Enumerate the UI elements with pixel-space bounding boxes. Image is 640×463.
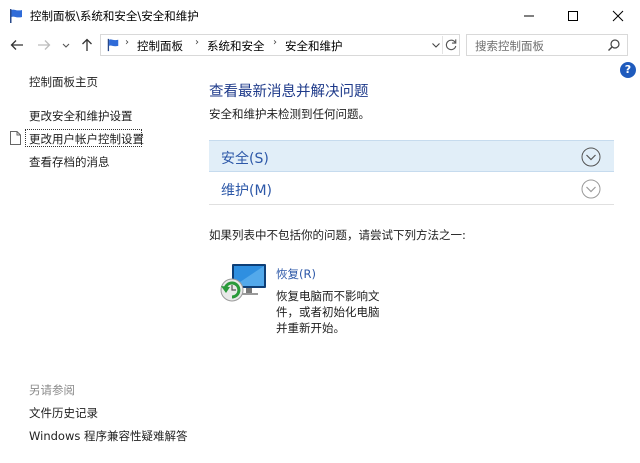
title-bar: 控制面板\系统和安全\安全和维护: [0, 0, 640, 31]
flag-icon: [10, 9, 22, 23]
breadcrumb-system-security[interactable]: 系统和安全: [207, 38, 265, 54]
forward-arrow-icon[interactable]: [35, 36, 53, 54]
search-icon[interactable]: [607, 38, 621, 52]
page-title: 查看最新消息并解决问题: [209, 84, 369, 100]
breadcrumb-separator[interactable]: ›: [195, 37, 199, 48]
sidebar-link-change-security-settings[interactable]: 更改安全和维护设置: [29, 108, 133, 124]
close-button[interactable]: [596, 0, 640, 31]
breadcrumb-security-maintenance[interactable]: 安全和维护: [285, 38, 343, 54]
troubleshoot-hint: 如果列表中不包括你的问题，请尝试下列方法之一:: [209, 228, 466, 242]
section-security[interactable]: 安全(S): [209, 140, 614, 172]
refresh-icon[interactable]: [442, 36, 460, 54]
breadcrumb-separator[interactable]: ›: [273, 37, 277, 48]
recovery-icon: [220, 264, 266, 302]
document-icon: [10, 131, 21, 145]
section-security-label[interactable]: 安全(S): [221, 148, 269, 168]
dropdown-icon[interactable]: [430, 38, 442, 52]
sidebar-link-change-uac-settings[interactable]: 更改用户帐户控制设置: [29, 131, 144, 147]
window-title: 控制面板\系统和安全\安全和维护: [30, 9, 199, 23]
flag-icon: [107, 38, 119, 52]
section-maintenance-label[interactable]: 维护(M): [221, 180, 272, 200]
chevron-down-icon[interactable]: [581, 147, 601, 167]
sidebar-link-view-archived-messages[interactable]: 查看存档的消息: [29, 154, 110, 170]
see-also-heading: 另请参阅: [29, 383, 75, 397]
breadcrumb-control-panel[interactable]: 控制面板: [137, 38, 183, 54]
recent-dropdown-icon[interactable]: [60, 36, 72, 54]
navigation-bar: › 控制面板 › 系统和安全 › 安全和维护 搜索控制面板: [0, 31, 640, 58]
recovery-link[interactable]: 恢复(R): [276, 266, 316, 282]
status-message: 安全和维护未检测到任何问题。: [209, 107, 370, 121]
minimize-button[interactable]: [507, 0, 551, 31]
breadcrumb-separator: ›: [125, 37, 129, 48]
close-icon: [612, 10, 624, 21]
recovery-description-line: 并重新开始。: [276, 321, 345, 335]
maximize-button[interactable]: [551, 0, 595, 31]
sidebar-link-control-panel-home[interactable]: 控制面板主页: [29, 74, 98, 90]
see-also-link-compatibility-troubleshooter[interactable]: Windows 程序兼容性疑难解答: [29, 428, 188, 444]
maximize-icon: [568, 10, 578, 21]
help-icon[interactable]: ?: [620, 62, 636, 78]
address-bar[interactable]: › 控制面板 › 系统和安全 › 安全和维护: [100, 34, 460, 56]
search-placeholder[interactable]: 搜索控制面板: [475, 38, 544, 54]
recovery-description-line: 恢复电脑而不影响文: [276, 289, 380, 303]
up-arrow-icon[interactable]: [78, 36, 96, 54]
see-also-link-file-history[interactable]: 文件历史记录: [29, 405, 98, 421]
chevron-down-icon[interactable]: [581, 179, 601, 199]
back-arrow-icon[interactable]: [8, 36, 26, 54]
section-maintenance[interactable]: 维护(M): [209, 173, 614, 205]
minimize-icon: [524, 15, 534, 16]
search-box[interactable]: 搜索控制面板: [466, 34, 628, 56]
recovery-description-line: 件，或者初始化电脑: [276, 305, 380, 319]
